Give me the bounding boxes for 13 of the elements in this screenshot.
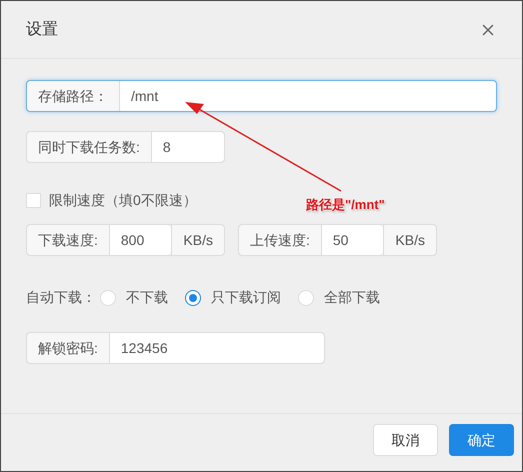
dialog-title: 设置 bbox=[26, 20, 58, 40]
radio-button[interactable] bbox=[185, 290, 201, 306]
radio-label: 只下载订阅 bbox=[211, 288, 281, 307]
annotation-text: 路径是"/mnt" bbox=[306, 196, 385, 214]
input-field[interactable]: /mnt bbox=[120, 81, 496, 111]
confirm-button[interactable]: 确定 bbox=[449, 424, 514, 456]
radio-label: 全部下载 bbox=[324, 288, 380, 307]
auto-download-label: 自动下载： bbox=[26, 288, 96, 307]
field-label: 存储路径： bbox=[27, 81, 120, 111]
cancel-button[interactable]: 取消 bbox=[373, 424, 438, 456]
radio-label: 不下载 bbox=[126, 288, 168, 307]
checkbox-label: 限制速度（填0不限速） bbox=[49, 191, 197, 210]
limit-speed-checkbox[interactable] bbox=[26, 193, 41, 208]
